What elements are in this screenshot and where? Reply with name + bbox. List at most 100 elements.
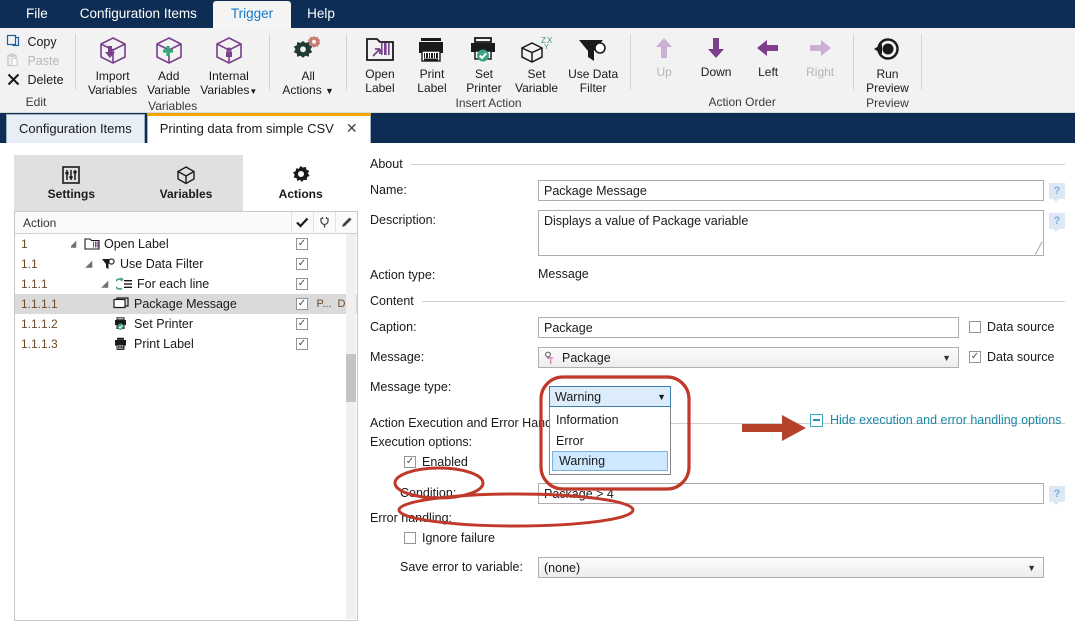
- menu-item-file[interactable]: File: [10, 1, 64, 28]
- caption-datasource-checkbox[interactable]: [969, 321, 981, 333]
- copy-button[interactable]: Copy: [2, 32, 62, 51]
- save-error-label: Save error to variable:: [370, 557, 538, 574]
- condition-input[interactable]: [538, 483, 1044, 504]
- enabled-row[interactable]: ✓ Enabled: [404, 455, 1065, 469]
- use-data-filter-button[interactable]: Use Data Filter: [563, 32, 623, 97]
- table-row[interactable]: 1.1.1.3 Print Label ✓: [15, 334, 357, 354]
- internal-variables-label-2: Variables: [200, 83, 249, 97]
- open-label-button[interactable]: Open Label: [354, 32, 406, 97]
- save-error-combobox[interactable]: (none) ▼: [538, 557, 1044, 578]
- message-datasource-checkbox[interactable]: ✓: [969, 351, 981, 363]
- tab-actions[interactable]: Actions: [243, 155, 358, 211]
- help-icon[interactable]: ?: [1049, 183, 1065, 199]
- group-title-action-order: Action Order: [638, 96, 846, 112]
- enabled-checkbox[interactable]: ✓: [404, 456, 416, 468]
- properties-pane: About Name: ? Description: ╱ ? Action ty…: [358, 143, 1075, 621]
- message-type-option-information[interactable]: Information: [550, 409, 670, 430]
- chevron-down-icon[interactable]: ▼: [657, 392, 666, 402]
- chevron-down-icon[interactable]: ▼: [325, 86, 334, 96]
- pencil-icon: [335, 212, 357, 233]
- internal-variables-button[interactable]: Internal Variables▼: [195, 32, 262, 100]
- row-number: 1.1.1.3: [15, 337, 71, 351]
- doc-tab-printing-data-from-simple-csv[interactable]: Printing data from simple CSV ✕: [147, 113, 371, 143]
- collapse-minus-icon[interactable]: [810, 414, 823, 427]
- expander-icon[interactable]: [71, 240, 80, 249]
- set-variable-button[interactable]: Z X Y Set Variable: [510, 32, 563, 97]
- row-enabled-checkbox[interactable]: ✓: [291, 278, 313, 290]
- message-type-option-warning[interactable]: Warning: [552, 451, 668, 471]
- help-icon[interactable]: ?: [1049, 486, 1065, 502]
- message-type-dropdown[interactable]: Warning ▼ Information Error Warning: [549, 386, 671, 475]
- open-label-icon: [362, 34, 398, 66]
- set-printer-button[interactable]: Set Printer: [458, 32, 510, 97]
- svg-text:T: T: [548, 356, 554, 365]
- funnel-filter-icon: [573, 34, 613, 66]
- table-row[interactable]: 1 Open Label ✓: [15, 234, 357, 254]
- menu-item-configuration-items[interactable]: Configuration Items: [64, 1, 213, 28]
- group-title-insert-action: Insert Action: [354, 97, 623, 113]
- tree-scrollbar[interactable]: [346, 234, 356, 619]
- caption-datasource[interactable]: Data source: [969, 317, 1065, 334]
- table-row[interactable]: 1.1 Use Data Filter ✓: [15, 254, 357, 274]
- set-printer-icon: [466, 34, 502, 66]
- hide-execution-options-label: Hide execution and error handling option…: [830, 413, 1061, 427]
- table-row[interactable]: 1.1.1.2 Set Printer ✓: [15, 314, 357, 334]
- move-up-button[interactable]: Up: [638, 32, 690, 82]
- message-datasource[interactable]: ✓ Data source: [969, 347, 1065, 364]
- close-icon[interactable]: ✕: [346, 120, 358, 137]
- import-variables-button[interactable]: Import Variables: [83, 32, 142, 99]
- menu-item-help[interactable]: Help: [291, 1, 351, 28]
- name-input[interactable]: [538, 180, 1044, 201]
- doc-tab-configuration-items[interactable]: Configuration Items: [6, 114, 145, 143]
- paste-button[interactable]: Paste: [2, 51, 65, 70]
- tab-variables[interactable]: Variables: [129, 155, 244, 211]
- chevron-down-icon[interactable]: ▼: [1027, 563, 1041, 573]
- message-combobox[interactable]: T Package ▼: [538, 347, 959, 368]
- ignore-failure-row[interactable]: Ignore failure: [404, 531, 1065, 545]
- move-down-button[interactable]: Down: [690, 32, 742, 82]
- delete-button[interactable]: Delete: [2, 70, 69, 89]
- divider: [411, 164, 1065, 165]
- hide-execution-options-link[interactable]: Hide execution and error handling option…: [810, 413, 1061, 427]
- message-type-option-error[interactable]: Error: [550, 430, 670, 451]
- run-preview-button[interactable]: Run Preview: [861, 32, 914, 97]
- help-icon[interactable]: ?: [1049, 213, 1065, 229]
- chevron-down-icon[interactable]: ▼: [249, 87, 257, 96]
- table-row[interactable]: 1.1.1.1 Package Message ✓ P... D...: [15, 294, 357, 314]
- row-enabled-checkbox[interactable]: ✓: [291, 298, 313, 310]
- chevron-down-icon[interactable]: ▼: [942, 353, 956, 363]
- tab-actions-label: Actions: [279, 187, 323, 201]
- move-right-button[interactable]: Right: [794, 32, 846, 82]
- row-enabled-checkbox[interactable]: ✓: [291, 318, 313, 330]
- row-col-a: P...: [313, 298, 335, 310]
- expander-icon[interactable]: [87, 260, 96, 269]
- import-variables-icon: [95, 34, 131, 68]
- print-label-barcode-icon: [414, 34, 450, 66]
- tab-settings[interactable]: Settings: [14, 155, 129, 211]
- table-row[interactable]: 1.1.1 For each line ✓: [15, 274, 357, 294]
- row-number: 1.1.1: [15, 277, 71, 291]
- row-enabled-checkbox[interactable]: ✓: [291, 238, 313, 250]
- move-right-label: Right: [806, 66, 834, 80]
- menu-item-trigger[interactable]: Trigger: [213, 1, 291, 28]
- row-enabled-checkbox[interactable]: ✓: [291, 258, 313, 270]
- section-action-execution-label: Action Execution and Error Handling: [370, 416, 572, 430]
- ribbon-group-insert-action: Open Label: [350, 28, 627, 112]
- print-label-button[interactable]: Print Label: [406, 32, 458, 97]
- message-type-dropdown-head[interactable]: Warning ▼: [549, 386, 671, 407]
- resize-grip-icon[interactable]: ╱: [1035, 242, 1042, 255]
- row-number: 1.1.1.2: [15, 317, 71, 331]
- move-left-button[interactable]: Left: [742, 32, 794, 82]
- expander-icon[interactable]: [103, 280, 112, 289]
- row-number: 1.1.1.1: [15, 297, 71, 311]
- row-enabled-checkbox[interactable]: ✓: [291, 338, 313, 350]
- add-variable-label-2: Variable: [147, 83, 190, 97]
- ignore-failure-checkbox[interactable]: [404, 532, 416, 544]
- description-textarea[interactable]: [538, 210, 1044, 256]
- sub-tab-bar: Settings Variables Actio: [14, 155, 358, 211]
- add-variable-button[interactable]: Add Variable: [142, 32, 195, 99]
- message-type-option-list: Information Error Warning: [549, 407, 671, 475]
- tree-scrollbar-thumb[interactable]: [346, 354, 356, 402]
- all-actions-button[interactable]: All Actions ▼: [277, 32, 339, 100]
- caption-input[interactable]: [538, 317, 959, 338]
